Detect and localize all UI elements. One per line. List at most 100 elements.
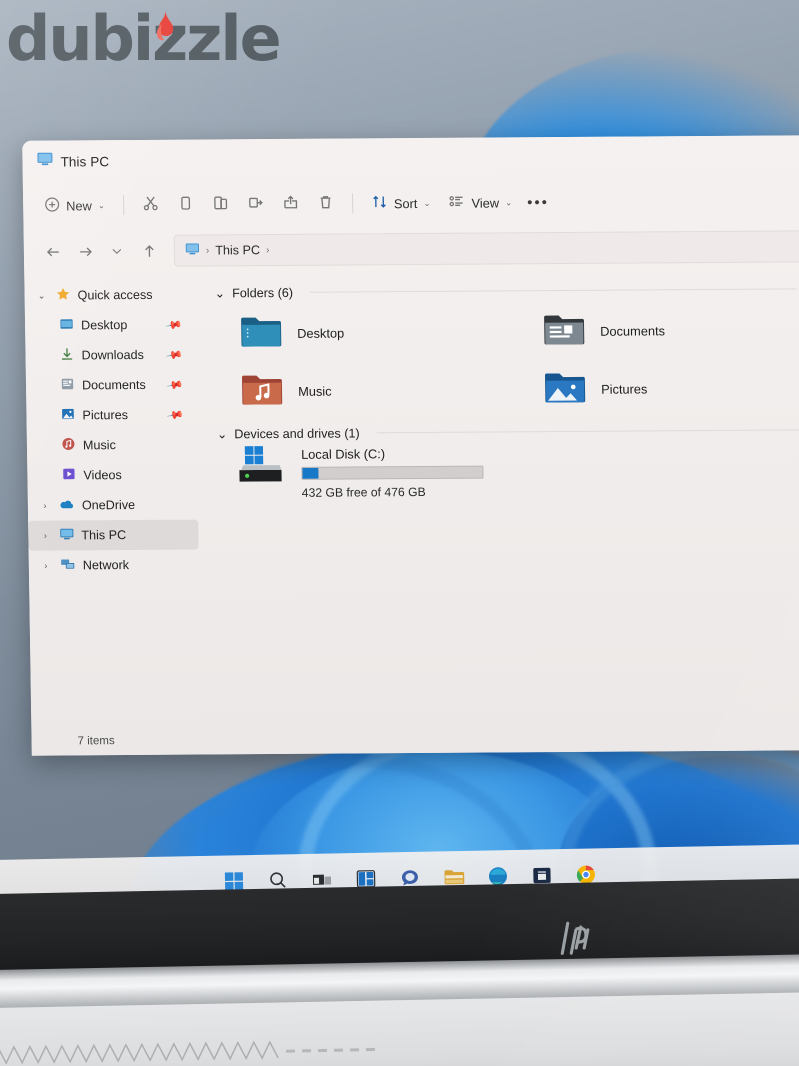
paste-button[interactable] — [203, 188, 239, 220]
this-pc-monitor-icon — [36, 151, 53, 173]
sidebar-item-network[interactable]: › Network — [29, 549, 209, 580]
forward-button[interactable] — [70, 237, 100, 265]
sidebar-item-pictures[interactable]: Pictures 📌 — [26, 400, 206, 431]
drive-usage-fill — [302, 467, 319, 479]
drive-item-local-disk-c[interactable]: Local Disk (C:) 432 GB free of 476 GB — [211, 441, 799, 500]
dubizzle-watermark: dubizzle — [6, 2, 282, 75]
view-button-label: View — [471, 194, 500, 211]
sidebar-item-desktop[interactable]: Desktop 📌 — [25, 310, 205, 341]
downloads-icon — [59, 346, 74, 364]
chevron-right-icon[interactable]: › — [38, 501, 52, 511]
sidebar-item-videos[interactable]: Videos — [27, 459, 207, 490]
more-options-button[interactable]: ••• — [521, 194, 555, 211]
folder-label: Desktop — [297, 325, 345, 341]
onedrive-cloud-icon — [59, 496, 75, 515]
folder-item-music[interactable]: Music — [210, 360, 514, 420]
address-bar[interactable]: › This PC › — [173, 230, 799, 267]
folder-label: Music — [298, 383, 332, 399]
copy-icon — [177, 195, 194, 215]
sidebar-item-music[interactable]: Music — [27, 430, 207, 461]
drive-free-space: 432 GB free of 476 GB — [301, 484, 426, 500]
sidebar-item-label: This PC — [81, 528, 127, 543]
music-folder-icon — [240, 369, 285, 412]
devices-group-label: Devices and drives (1) — [234, 425, 360, 441]
windows-drive-icon — [237, 445, 288, 500]
up-button[interactable] — [134, 237, 164, 265]
sidebar-item-this-pc[interactable]: › This PC — [28, 519, 199, 551]
status-bar: 7 items — [31, 722, 799, 756]
breadcrumb[interactable]: This PC — [215, 243, 260, 257]
folder-item-pictures[interactable]: Pictures — [513, 358, 799, 418]
toolbar-divider — [122, 195, 125, 216]
plus-circle-icon — [44, 196, 60, 215]
pin-icon[interactable]: 📌 — [166, 375, 185, 394]
breadcrumb-separator-2[interactable]: › — [266, 245, 270, 256]
folders-group-header[interactable]: ⌄ Folders (6) — [214, 281, 799, 300]
share-button[interactable] — [273, 188, 309, 220]
sort-button[interactable]: Sort ⌄ — [362, 187, 440, 220]
sidebar-item-label: Desktop — [80, 318, 128, 333]
recent-locations-button[interactable] — [102, 237, 132, 265]
drive-name: Local Disk (C:) — [301, 446, 386, 462]
trash-icon — [317, 194, 334, 214]
cut-button[interactable] — [133, 189, 169, 221]
sidebar-item-label: Pictures — [82, 408, 129, 423]
explorer-body: ⌄ Quick access Desktop 📌 Downloads 📌 Doc… — [24, 269, 799, 682]
pin-icon[interactable]: 📌 — [166, 405, 185, 424]
folder-label: Documents — [600, 322, 666, 339]
devices-group-header[interactable]: ⌄ Devices and drives (1) — [217, 422, 799, 441]
sidebar-item-label: Quick access — [77, 287, 153, 303]
folder-item-documents[interactable]: Documents — [512, 300, 799, 360]
address-bar-row: › This PC › — [24, 223, 799, 275]
videos-icon — [61, 466, 76, 484]
copy-button[interactable] — [168, 189, 204, 221]
new-button[interactable]: New ⌄ — [35, 189, 114, 222]
sidebar-item-label: Videos — [83, 468, 122, 483]
sidebar-item-downloads[interactable]: Downloads 📌 — [25, 340, 205, 371]
chevron-right-icon[interactable]: › — [39, 561, 53, 571]
this-pc-monitor-icon — [59, 526, 74, 544]
sidebar-item-label: Downloads — [81, 347, 144, 363]
sidebar-item-quick-access[interactable]: ⌄ Quick access — [24, 280, 204, 311]
chevron-right-icon[interactable]: › — [38, 531, 52, 541]
documents-folder-icon — [542, 309, 587, 352]
documents-folder-icon — [60, 376, 75, 394]
paste-icon — [212, 194, 229, 214]
photo-scene: This PC New ⌄ Sort ⌄ View ⌄ ••• › This P… — [0, 0, 799, 1066]
rename-button[interactable] — [238, 188, 274, 220]
chevron-down-icon[interactable]: ⌄ — [217, 426, 228, 441]
chevron-down-icon[interactable]: ⌄ — [35, 290, 49, 301]
view-list-icon — [448, 193, 465, 213]
sidebar-item-onedrive[interactable]: › OneDrive — [28, 489, 208, 520]
delete-button[interactable] — [308, 188, 344, 220]
window-title-bar: This PC — [22, 135, 799, 183]
content-pane: ⌄ Folders (6) Desktop Documents Music Pi… — [204, 269, 799, 681]
view-button[interactable]: View ⌄ — [439, 186, 521, 219]
folders-grid: Desktop Documents Music Pictures — [209, 300, 799, 420]
pin-icon[interactable]: 📌 — [165, 345, 184, 364]
breadcrumb-this-pc-icon — [185, 242, 200, 260]
chevron-down-icon[interactable]: ⌄ — [214, 285, 225, 300]
watermark-text: dubizzle — [6, 2, 282, 75]
drive-usage-bar — [301, 465, 484, 480]
pictures-folder-icon — [60, 406, 75, 424]
breadcrumb-separator-1: › — [205, 244, 210, 257]
item-count: 7 items — [77, 735, 115, 748]
network-icon — [60, 556, 76, 575]
sidebar-item-label: Music — [82, 438, 116, 453]
command-bar: New ⌄ Sort ⌄ View ⌄ ••• — [23, 177, 799, 229]
music-icon — [61, 436, 76, 454]
group-divider — [376, 429, 799, 434]
window-title: This PC — [60, 153, 110, 170]
sidebar-item-label: OneDrive — [81, 498, 136, 513]
group-divider — [310, 288, 797, 293]
sidebar-item-documents[interactable]: Documents 📌 — [26, 370, 206, 401]
folder-item-desktop[interactable]: Desktop — [209, 302, 513, 362]
rename-icon — [247, 194, 264, 214]
chevron-down-icon: ⌄ — [97, 199, 105, 210]
pin-icon[interactable]: 📌 — [165, 315, 184, 334]
sidebar-item-label: Network — [82, 558, 130, 573]
sort-arrows-icon — [371, 193, 388, 213]
back-button[interactable] — [38, 237, 68, 265]
file-explorer-window: This PC New ⌄ Sort ⌄ View ⌄ ••• › This P… — [22, 135, 799, 756]
